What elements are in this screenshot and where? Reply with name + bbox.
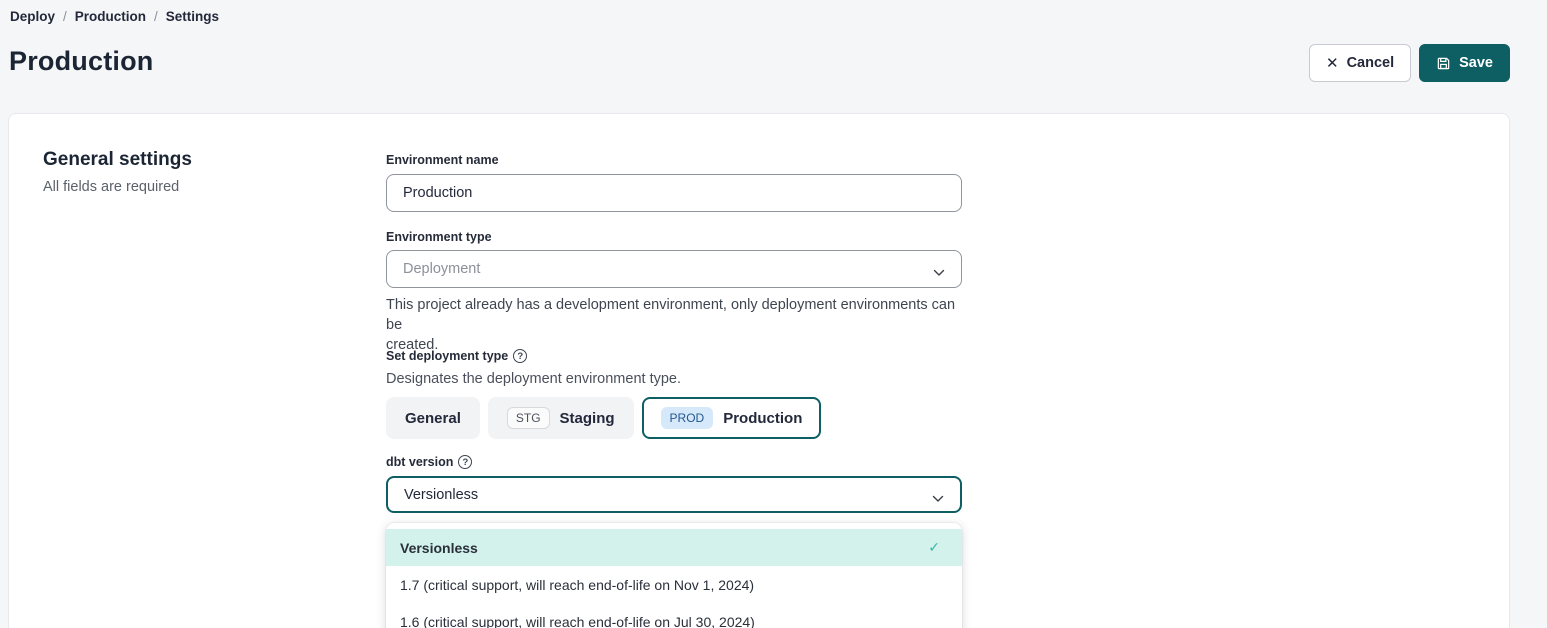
dropdown-option-label: Versionless: [400, 540, 478, 556]
dropdown-option-label: 1.7 (critical support, will reach end-of…: [400, 577, 754, 593]
deployment-option-production[interactable]: PROD Production: [642, 397, 822, 439]
helper-line-1: This project already has a development e…: [386, 295, 962, 335]
breadcrumb-production[interactable]: Production: [75, 9, 146, 24]
dbt-version-label: dbt version ?: [386, 455, 472, 469]
dbt-version-select[interactable]: Versionless: [386, 476, 962, 513]
help-icon[interactable]: ?: [513, 349, 527, 363]
cancel-button[interactable]: ✕ Cancel: [1309, 44, 1411, 82]
chevron-down-icon: [932, 491, 944, 499]
deployment-type-label-text: Set deployment type: [386, 349, 508, 363]
deployment-option-general[interactable]: General: [386, 397, 480, 439]
staging-badge: STG: [507, 407, 550, 429]
general-settings-card: General settings All fields are required…: [8, 113, 1510, 628]
deployment-option-production-label: Production: [723, 410, 802, 427]
breadcrumb-separator: /: [154, 9, 158, 24]
environment-type-select[interactable]: Deployment: [386, 250, 962, 288]
floppy-disk-icon: [1436, 56, 1451, 71]
breadcrumb-settings[interactable]: Settings: [166, 9, 219, 24]
dbt-version-value: Versionless: [404, 487, 478, 503]
environment-type-label: Environment type: [386, 230, 492, 244]
check-icon: ✓: [928, 539, 940, 556]
environment-type-helper: This project already has a development e…: [386, 295, 962, 355]
deployment-type-label: Set deployment type ?: [386, 349, 527, 363]
header-actions: ✕ Cancel Save: [1309, 44, 1510, 82]
section-title: General settings: [43, 149, 192, 171]
help-icon[interactable]: ?: [458, 455, 472, 469]
dropdown-option-label: 1.6 (critical support, will reach end-of…: [400, 614, 755, 628]
dropdown-option-1-6[interactable]: 1.6 (critical support, will reach end-of…: [386, 603, 962, 628]
chevron-down-icon: [933, 265, 945, 273]
deployment-option-staging-label: Staging: [560, 410, 615, 427]
deployment-option-general-label: General: [405, 410, 461, 427]
close-icon: ✕: [1326, 56, 1339, 71]
dbt-version-label-text: dbt version: [386, 455, 453, 469]
section-subtitle: All fields are required: [43, 179, 179, 195]
breadcrumb-separator: /: [63, 9, 67, 24]
environment-name-input[interactable]: [386, 174, 962, 212]
dbt-version-dropdown: Versionless ✓ 1.7 (critical support, wil…: [386, 523, 962, 628]
dropdown-option-versionless[interactable]: Versionless ✓: [386, 529, 962, 566]
page-title: Production: [9, 46, 154, 77]
save-button-label: Save: [1459, 55, 1493, 71]
prod-badge: PROD: [661, 407, 714, 429]
dropdown-option-1-7[interactable]: 1.7 (critical support, will reach end-of…: [386, 566, 962, 603]
save-button[interactable]: Save: [1419, 44, 1510, 82]
breadcrumb-deploy[interactable]: Deploy: [10, 9, 55, 24]
breadcrumb: Deploy / Production / Settings: [10, 9, 219, 24]
deployment-type-options: General STG Staging PROD Production: [386, 397, 821, 439]
cancel-button-label: Cancel: [1347, 55, 1395, 71]
deployment-type-description: Designates the deployment environment ty…: [386, 371, 681, 387]
deployment-option-staging[interactable]: STG Staging: [488, 397, 634, 439]
environment-type-value: Deployment: [403, 261, 480, 277]
environment-name-label: Environment name: [386, 153, 499, 167]
